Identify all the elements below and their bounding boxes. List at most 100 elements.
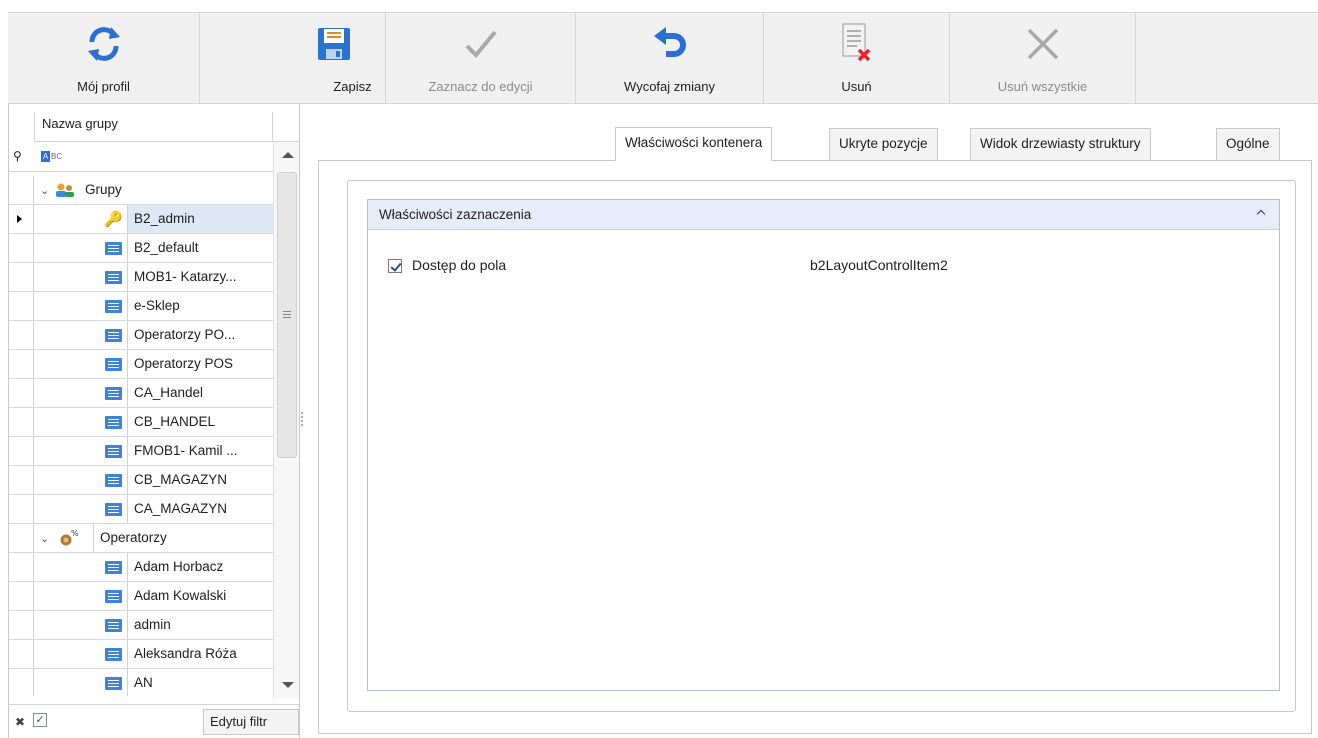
- mark-for-edit-button[interactable]: Zaznacz do edycji: [386, 13, 576, 103]
- filter-enabled-checkbox[interactable]: ✓: [33, 713, 47, 727]
- mark-for-edit-label: Zaznacz do edycji: [428, 79, 533, 94]
- delete-button[interactable]: Usuń: [764, 13, 950, 103]
- group-tree: ⌄ Grupy 🔑 B2_admin B2_default MOB1- Kata…: [9, 176, 273, 696]
- tree-node-label: CB_HANDEL: [127, 408, 273, 436]
- scroll-up-icon[interactable]: [282, 152, 294, 158]
- chevron-up-icon[interactable]: [1257, 208, 1267, 218]
- grid-header: Nazwa grupy: [9, 108, 299, 142]
- row-indicator: [9, 292, 34, 320]
- list-item-icon: [105, 271, 122, 284]
- tree-node-label: e-Sklep: [127, 292, 273, 320]
- undo-changes-button[interactable]: Wycofaj zmiany: [576, 13, 764, 103]
- tree-row[interactable]: FMOB1- Kamil ...: [9, 437, 273, 466]
- tree-row[interactable]: e-Sklep: [9, 292, 273, 321]
- filter-panel: ✖ ✓ Edytuj filtr: [9, 704, 299, 738]
- tab-general[interactable]: Ogólne: [1216, 128, 1280, 161]
- list-item-icon: [105, 677, 122, 690]
- list-item-icon: [105, 619, 122, 632]
- tree-node-label: admin: [127, 611, 273, 639]
- tree-node-label: Operatorzy: [93, 524, 273, 552]
- selection-properties-group: Właściwości zaznaczenia Dostęp do pola b…: [367, 199, 1280, 691]
- tree-row[interactable]: B2_default: [9, 234, 273, 263]
- delete-all-button[interactable]: Usuń wszystkie: [950, 13, 1136, 103]
- save-button[interactable]: Zapisz: [200, 13, 386, 103]
- list-item-icon: [105, 648, 122, 661]
- row-indicator: [9, 176, 34, 204]
- tree-row[interactable]: admin: [9, 611, 273, 640]
- tree-row[interactable]: CB_HANDEL: [9, 408, 273, 437]
- tab-hidden-items[interactable]: Ukryte pozycje: [829, 128, 938, 161]
- row-indicator: [9, 553, 34, 581]
- list-item-icon: [105, 590, 122, 603]
- row-indicator: [9, 437, 34, 465]
- row-indicator: [9, 263, 34, 291]
- edit-filter-button[interactable]: Edytuj filtr: [203, 709, 299, 735]
- header-scroll-spacer: [273, 112, 299, 142]
- list-item-icon: [105, 300, 122, 313]
- key-icon: 🔑: [104, 211, 123, 228]
- row-indicator: [9, 611, 34, 639]
- vertical-scrollbar[interactable]: [273, 142, 299, 698]
- tree-node-label: B2_default: [127, 234, 273, 262]
- tree-row[interactable]: CB_MAGAZYN: [9, 466, 273, 495]
- auto-filter-row[interactable]: ⚲ A BC: [9, 142, 273, 172]
- abc-filter-icon: A BC: [41, 151, 63, 162]
- group-title: Właściwości zaznaczenia: [379, 207, 532, 222]
- tree-row[interactable]: CA_Handel: [9, 379, 273, 408]
- tree-node-label: CA_MAGAZYN: [127, 495, 273, 523]
- tree-node-label: CB_MAGAZYN: [127, 466, 273, 494]
- column-header-group-name[interactable]: Nazwa grupy: [34, 112, 273, 142]
- row-indicator: [9, 408, 34, 436]
- row-indicator-current: [9, 205, 34, 233]
- chevron-down-icon[interactable]: ⌄: [40, 532, 50, 545]
- tree-row-selected[interactable]: 🔑 B2_admin: [9, 205, 273, 234]
- undo-changes-label: Wycofaj zmiany: [624, 79, 715, 94]
- save-icon: [316, 17, 352, 71]
- undo-icon: [650, 17, 690, 71]
- delete-document-icon: [837, 17, 877, 71]
- tree-node-label: FMOB1- Kamil ...: [127, 437, 273, 465]
- save-label: Zapisz: [333, 79, 372, 94]
- delete-all-label: Usuń wszystkie: [997, 79, 1088, 94]
- tree-node-label: B2_admin: [127, 205, 273, 233]
- tree-row[interactable]: MOB1- Katarzy...: [9, 263, 273, 292]
- tree-group-row[interactable]: ⌄ Grupy: [9, 176, 273, 205]
- scrollbar-thumb[interactable]: [277, 172, 297, 458]
- checkbox-checked[interactable]: [388, 259, 402, 273]
- row-indicator: [9, 640, 34, 668]
- tree-node-label: Adam Kowalski: [127, 582, 273, 610]
- tree-row[interactable]: Operatorzy PO...: [9, 321, 273, 350]
- tab-tree-view[interactable]: Widok drzewiasty struktury: [970, 128, 1151, 161]
- clear-filter-icon[interactable]: ✖: [15, 715, 25, 729]
- row-indicator: [9, 466, 34, 494]
- users-group-icon: [55, 182, 75, 198]
- chevron-down-icon[interactable]: ⌄: [40, 184, 50, 197]
- tree-group-row[interactable]: ⌄ % Operatorzy: [9, 524, 273, 553]
- tree-row[interactable]: Operatorzy POS: [9, 350, 273, 379]
- tab-container-properties[interactable]: Właściwości kontenera: [615, 127, 773, 161]
- tree-row[interactable]: CA_MAGAZYN: [9, 495, 273, 524]
- pin-icon: ⚲: [13, 149, 22, 163]
- operators-icon: %: [57, 529, 79, 547]
- checkbox-label: Dostęp do pola: [412, 257, 507, 273]
- tree-node-label: Adam Horbacz: [127, 553, 273, 581]
- tree-row[interactable]: AN: [9, 669, 273, 696]
- row-indicator: [9, 495, 34, 523]
- scroll-down-icon[interactable]: [282, 682, 294, 688]
- check-icon: [461, 17, 501, 71]
- refresh-icon: [84, 17, 124, 71]
- tree-row[interactable]: Adam Kowalski: [9, 582, 273, 611]
- grip-icon: [283, 311, 291, 312]
- toolbar: Mój profil Zapisz Zaznacz do edycji Wyco…: [8, 12, 1318, 104]
- row-indicator: [9, 379, 34, 407]
- list-item-icon: [105, 358, 122, 371]
- my-profile-button[interactable]: Mój profil: [8, 13, 200, 103]
- tree-row[interactable]: Adam Horbacz: [9, 553, 273, 582]
- tree-row[interactable]: Aleksandra Róża: [9, 640, 273, 669]
- field-name-value: b2LayoutControlItem2: [810, 257, 948, 273]
- group-header[interactable]: Właściwości zaznaczenia: [368, 200, 1279, 230]
- svg-text:%: %: [71, 529, 79, 538]
- panel-splitter[interactable]: [300, 410, 304, 430]
- tree-node-label: MOB1- Katarzy...: [127, 263, 273, 291]
- close-icon: [1023, 17, 1063, 71]
